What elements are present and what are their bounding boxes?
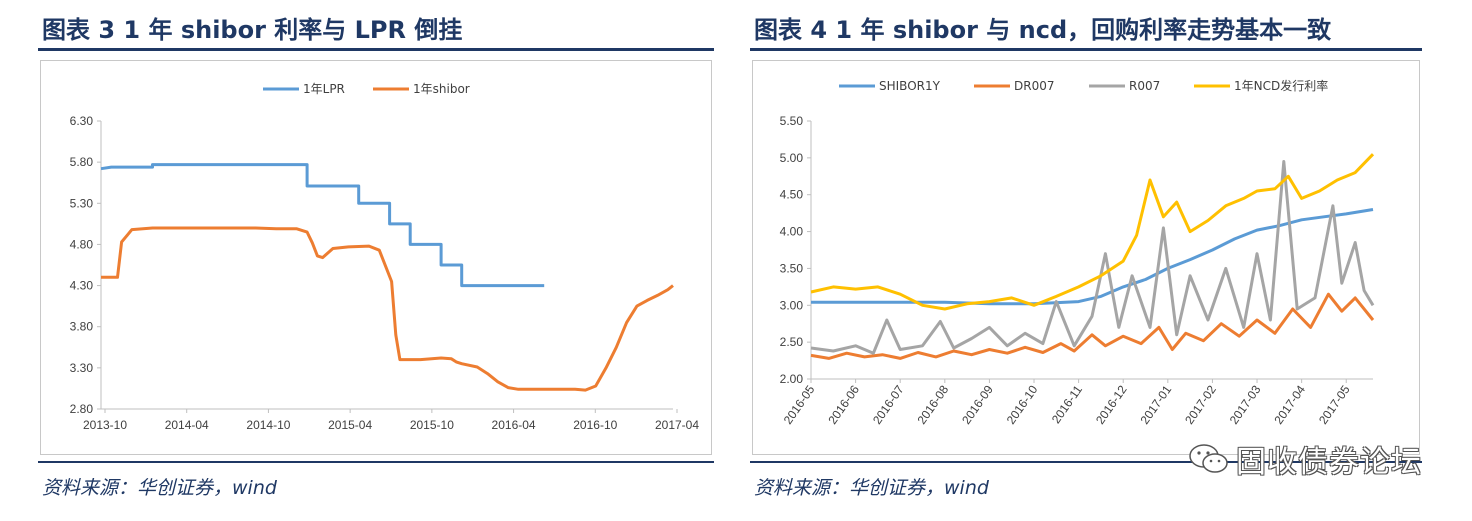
title-rule: [38, 48, 714, 51]
x-tick-label: 2014-10: [246, 418, 290, 432]
x-tick-label: 2016-10: [573, 418, 617, 432]
figure-4-title: 图表 4 1 年 shibor 与 ncd，回购利率走势基本一致: [754, 16, 1332, 44]
y-tick-label: 3.80: [70, 320, 94, 334]
wechat-icon: [1189, 444, 1228, 473]
x-tick-label: 2016-05: [781, 382, 818, 426]
legend-label: 1年shibor: [413, 82, 470, 96]
x-tick-label: 2016-09: [959, 382, 996, 426]
x-tick-label: 2014-04: [165, 418, 209, 432]
figure-3-panel: 图表 3 1 年 shibor 利率与 LPR 倒挂 6.30 5.80 5.30 4…: [38, 0, 714, 521]
x-tick-label: 2016-12: [1093, 382, 1130, 426]
series-line-1: [101, 226, 674, 392]
legend-label: 1年NCD发行利率: [1234, 78, 1328, 93]
watermark: 固收债券论坛: [1188, 437, 1422, 481]
x-tick-label: 2017-03: [1227, 382, 1264, 426]
y-tick-label: 2.80: [70, 402, 94, 416]
figure-3-source: 资料来源：华创证券，wind: [42, 477, 277, 499]
figure-4-chart: 5.505.004.504.003.503.002.502.002016-05 2…: [780, 78, 1375, 427]
x-tick-label: 2016-07: [870, 382, 907, 426]
figure-3-chart-frame: 6.30 5.80 5.30 4.80 4.30 3.80 3.30 2.80 2013-10 2…: [40, 60, 712, 455]
x-tick-label: 2016-06: [825, 382, 862, 426]
x-tick-label: 2016-08: [915, 382, 952, 426]
y-tick-label: 3.30: [70, 361, 94, 375]
figure-4-source: 资料来源：华创证券，wind: [754, 477, 989, 499]
y-tick-label: 5.30: [70, 196, 94, 210]
y-tick-label: 2.50: [780, 335, 804, 349]
y-tick-label: 6.30: [70, 114, 94, 128]
figure-4-chart-frame: 5.50 5.00 4.50 4.00 3.50 3.00 2.50 2.00 2016-05 2…: [752, 60, 1420, 455]
y-tick-label: 5.80: [70, 155, 94, 169]
x-tick-label: 2016-11: [1049, 382, 1085, 426]
x-tick-label: 2013-10: [83, 418, 127, 432]
x-tick-label: 2017-02: [1182, 382, 1219, 426]
figure-3-title: 图表 3 1 年 shibor 利率与 LPR 倒挂: [42, 16, 463, 44]
x-tick-label: 2017-05: [1316, 382, 1353, 426]
y-tick-label: 4.50: [780, 188, 804, 202]
x-tick-label: 2016-04: [492, 418, 536, 432]
x-tick-label: 2017-04: [655, 418, 699, 432]
figure-3-chart: 6.30 5.80 5.30 4.80 4.30 3.80 3.30 2.80 2013-10 2…: [70, 82, 700, 432]
legend-label: DR007: [1014, 79, 1054, 93]
x-tick-label: 2015-10: [410, 418, 454, 432]
y-tick-label: 4.80: [70, 237, 94, 251]
legend-label: SHIBOR1Y: [879, 79, 941, 93]
y-tick-label: 3.50: [780, 261, 804, 275]
footer-rule: [38, 461, 714, 463]
x-tick-label: 2017-04: [1271, 382, 1308, 426]
series-line-1: [810, 292, 1375, 360]
y-tick-label: 5.00: [780, 151, 804, 165]
x-tick-label: 2015-04: [328, 418, 372, 432]
title-rule: [750, 48, 1422, 51]
legend-label: 1年LPR: [303, 82, 345, 96]
y-tick-label: 3.00: [780, 298, 804, 312]
y-tick-label: 5.50: [780, 114, 804, 128]
x-tick-label: 2016-10: [1004, 382, 1041, 426]
y-tick-label: 2.00: [780, 372, 804, 386]
series-line-0: [100, 163, 545, 288]
watermark-text: 固收债券论坛: [1236, 445, 1422, 480]
x-tick-label: 2017-01: [1138, 382, 1175, 426]
series-line-2: [810, 160, 1375, 355]
legend-label: R007: [1129, 79, 1160, 93]
figure-4-panel: 图表 4 1 年 shibor 与 ncd，回购利率走势基本一致 5.50 5.0…: [750, 0, 1422, 521]
y-tick-label: 4.30: [70, 279, 94, 293]
y-tick-label: 4.00: [780, 225, 804, 239]
